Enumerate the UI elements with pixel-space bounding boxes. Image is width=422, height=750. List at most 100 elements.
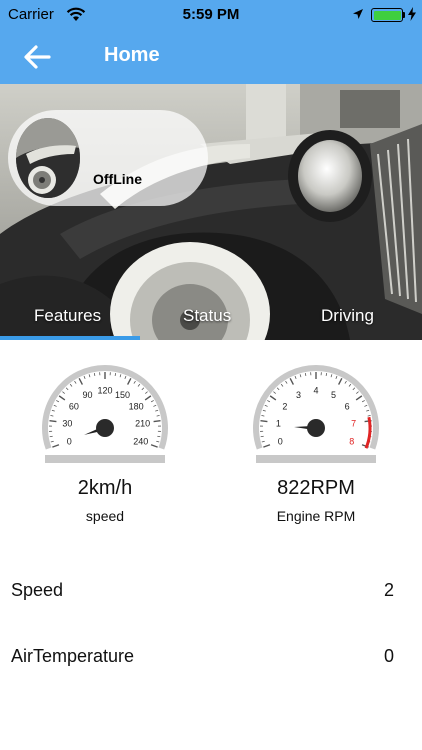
location-icon	[353, 9, 363, 19]
rpm-gauge-tick	[330, 374, 333, 378]
speed-gauge-base	[45, 455, 165, 463]
rpm-gauge-tick	[356, 391, 359, 394]
speed-gauge-tick-label: 210	[135, 419, 150, 429]
speed-gauge-tick-label: 60	[69, 402, 79, 412]
rpm-gauge-tick-label: 8	[349, 436, 354, 446]
rpm-gauge-tick	[344, 380, 347, 384]
rpm-gauge-tick	[267, 400, 271, 403]
rpm-gauge-tick-label: 4	[313, 386, 318, 396]
speed-gauge-tick-label: 30	[62, 419, 72, 429]
rpm-gauge-tick	[352, 387, 356, 391]
rpm-gauge-tick	[261, 440, 265, 443]
rpm-value: 822RPM	[277, 477, 355, 499]
speed-gauge: 0 30 6090 120 150 180 210 240	[42, 365, 168, 463]
speed-gauge-tick	[150, 444, 158, 448]
rpm-gauge-tick-label: 3	[296, 390, 301, 400]
tab-features[interactable]: Features	[34, 306, 101, 326]
rpm-gauge-tick	[261, 415, 265, 417]
rpm-gauge-tick-label: 2	[282, 402, 287, 412]
rpm-gauge-tick	[260, 419, 268, 423]
rpm-gauge-tick-label: 5	[331, 390, 336, 400]
rpm-gauge-tick	[289, 378, 294, 385]
battery-tip	[403, 12, 405, 18]
speed-label: speed	[85, 508, 125, 524]
active-tab-indicator	[0, 336, 140, 340]
page-title: Home	[104, 44, 160, 66]
speed-gauge-tick	[155, 409, 159, 412]
arrow-left-icon[interactable]	[22, 42, 52, 72]
speed-gauge-tick-label: 120	[97, 386, 112, 396]
rpm-gauge-tick	[364, 404, 368, 407]
speed-gauge-tick	[78, 378, 83, 385]
charging-icon	[408, 7, 416, 21]
rpm-gauge-tick-label: 0	[278, 436, 283, 446]
tab-bar: Features Status Driving	[0, 298, 422, 338]
rpm-gauge-tick	[355, 395, 363, 401]
rpm-gauge-tick	[366, 409, 370, 412]
battery-icon	[371, 8, 403, 22]
rpm-gauge-tick	[361, 400, 365, 403]
speed-gauge-tick	[52, 444, 60, 448]
vehicle-avatar	[16, 118, 80, 198]
speed-gauge-tick-label: 90	[82, 390, 92, 400]
speed-gauge-tick	[50, 415, 54, 417]
rpm-gauge-tick	[304, 372, 307, 377]
nav-bar: Home	[0, 30, 422, 84]
rpm-gauge-tick-label: 7	[351, 419, 356, 429]
speed-gauge-tick	[62, 391, 65, 394]
speed-gauge-tick-label: 0	[67, 436, 72, 446]
rpm-gauge-tick	[262, 409, 266, 412]
rpm-gauge: 0 123 4 567 8	[253, 365, 379, 463]
rpm-gauge-tick	[269, 395, 277, 401]
speed-gauge-tick	[133, 380, 136, 384]
rpm-label: Engine RPM	[276, 508, 356, 524]
speed-gauge-tick	[153, 419, 161, 423]
speed-gauge-tick	[50, 440, 54, 443]
speed-gauge-tick	[124, 375, 127, 380]
rpm-gauge-tick	[338, 378, 343, 385]
speed-gauge-tick	[156, 415, 160, 417]
speed-gauge-tick-label: 240	[133, 436, 148, 446]
speed-gauge-tick	[65, 387, 69, 391]
speed-gauge-tick	[141, 387, 145, 391]
speed-gauge-tick	[88, 374, 91, 378]
vehicle-status-card[interactable]: OffLine	[8, 110, 208, 206]
speed-gauge-tick	[74, 380, 77, 384]
rpm-gauge-tick	[325, 372, 328, 377]
speed-gauge-tick	[69, 383, 73, 387]
speed-gauge-tick	[153, 404, 157, 407]
speed-gauge-tick	[56, 400, 60, 403]
speed-gauge-tick	[114, 372, 117, 377]
rpm-gauge-tick	[367, 415, 371, 417]
speed-gauge-tick	[137, 383, 141, 387]
speed-gauge-tick	[58, 395, 66, 401]
rpm-gauge-hub	[307, 419, 325, 437]
rpm-gauge-base	[256, 455, 376, 463]
row-speed-label: Speed	[11, 580, 64, 600]
status-bar: Carrier 5:59 PM	[0, 0, 422, 30]
tab-driving[interactable]: Driving	[321, 306, 374, 326]
rpm-gauge-tick-label: 6	[345, 402, 350, 412]
speed-gauge-tick	[83, 375, 86, 380]
rpm-gauge-tick	[264, 404, 268, 407]
speed-gauge-tick	[53, 404, 57, 407]
rpm-gauge-tick	[299, 374, 302, 378]
speed-gauge-tick	[144, 395, 152, 401]
row-speed-value: 2	[383, 580, 394, 600]
speed-gauge-tick	[51, 409, 55, 412]
speed-gauge-tick	[127, 378, 132, 385]
speed-gauge-tick-label: 150	[115, 390, 130, 400]
speed-gauge-tick-label: 180	[129, 402, 144, 412]
speed-gauge-tick	[119, 374, 122, 378]
rpm-gauge-tick	[348, 383, 352, 387]
rpm-gauge-tick-label: 1	[276, 419, 281, 429]
rpm-gauge-tick	[276, 387, 280, 391]
row-airtemp-label: AirTemperature	[11, 646, 135, 666]
rpm-gauge-tick	[273, 391, 276, 394]
rpm-gauge-tick	[285, 380, 288, 384]
tab-status[interactable]: Status	[183, 306, 231, 326]
speed-gauge-tick	[150, 400, 154, 403]
connection-status: OffLine	[93, 171, 142, 187]
hero-banner: OffLine Features Status Driving	[0, 84, 422, 340]
rpm-gauge-tick	[280, 383, 284, 387]
